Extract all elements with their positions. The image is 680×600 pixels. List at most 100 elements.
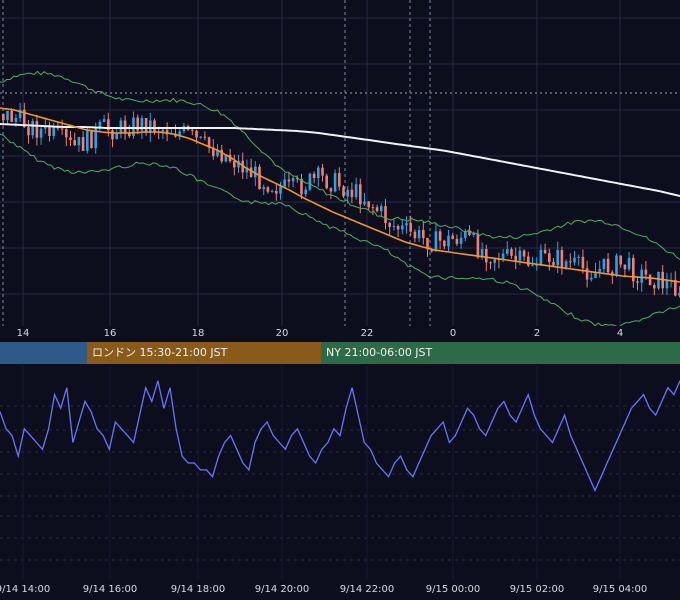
candle-body xyxy=(35,121,39,138)
x-tick-label: 2 xyxy=(533,328,541,339)
candle-body xyxy=(321,167,324,176)
candle-body xyxy=(111,130,114,140)
session-markers xyxy=(2,0,431,326)
candle-body xyxy=(195,130,198,138)
candle-body xyxy=(409,223,412,232)
candle-body xyxy=(451,235,454,239)
candle-body xyxy=(333,173,337,192)
session-block: ロンドン 15:30-21:00 JST xyxy=(87,342,321,364)
candle-body xyxy=(556,249,559,266)
candle-body xyxy=(380,206,383,212)
candle-body xyxy=(144,118,148,133)
candle-body xyxy=(443,240,446,247)
x-tick-label: 22 xyxy=(360,328,374,339)
price-chart xyxy=(0,0,680,326)
x-tick-label: 18 xyxy=(191,328,205,339)
x-tick-label: 14 xyxy=(16,328,30,339)
candle-body xyxy=(569,261,572,263)
market-session-bar: ロンドン 15:30-21:00 JST NY 21:00-06:00 JST xyxy=(0,342,680,364)
candle-body xyxy=(10,110,13,122)
candle-body xyxy=(527,256,530,266)
oscillator-x-axis: 9/14 14:00 9/14 16:00 9/14 18:00 9/14 20:00… xyxy=(0,580,680,600)
candle-body xyxy=(14,118,18,122)
candle-body xyxy=(199,136,202,138)
candle-body xyxy=(153,120,156,132)
x-tick-label: 9/15 02:00 xyxy=(509,584,565,595)
candle-body xyxy=(413,231,417,239)
candle-body xyxy=(86,129,89,151)
candle-body xyxy=(258,166,261,190)
candle-body xyxy=(560,249,564,268)
candle-body xyxy=(489,262,492,264)
candle-body xyxy=(388,222,391,227)
candle-body xyxy=(161,129,165,132)
candle-body xyxy=(510,249,513,256)
candle-body xyxy=(476,233,480,258)
candle-body xyxy=(287,179,291,182)
candle-body xyxy=(279,186,282,194)
oscillator-grid xyxy=(0,366,680,580)
candle-body xyxy=(577,256,580,258)
candle-body xyxy=(338,173,341,187)
candle-body xyxy=(636,281,639,283)
candle-body xyxy=(39,128,43,138)
candle-body xyxy=(401,225,404,230)
candle-body xyxy=(392,226,396,228)
candle-body xyxy=(266,187,270,192)
candle-body xyxy=(123,120,127,133)
candle-body xyxy=(384,206,387,223)
candle-body xyxy=(346,189,349,197)
candle-body xyxy=(325,175,328,189)
candle-body xyxy=(485,249,488,263)
candle-body xyxy=(375,207,379,212)
candle-body xyxy=(308,173,312,190)
candle-body xyxy=(60,128,64,130)
fast-moving-average-line xyxy=(0,107,680,283)
candle-body xyxy=(627,257,631,270)
candle-body xyxy=(455,238,459,244)
x-tick-label: 9/15 04:00 xyxy=(592,584,648,595)
session-block: NY 21:00-06:00 JST xyxy=(321,342,680,364)
candle-body xyxy=(644,269,648,275)
price-grid xyxy=(0,0,680,326)
candle-body xyxy=(262,187,265,190)
candle-body xyxy=(304,189,307,195)
candle-body xyxy=(590,277,593,280)
candle-body xyxy=(31,121,34,136)
candle-body xyxy=(52,126,55,136)
candle-body xyxy=(573,257,576,263)
candle-body xyxy=(27,127,30,136)
candle-body xyxy=(422,230,425,239)
candle-body xyxy=(371,207,375,209)
candle-body xyxy=(623,264,627,270)
x-tick-label: 16 xyxy=(103,328,117,339)
candle-body xyxy=(359,184,362,205)
candle-body xyxy=(367,201,370,208)
oscillator-chart xyxy=(0,366,680,580)
candle-body xyxy=(434,231,438,252)
candle-body xyxy=(522,250,526,257)
candle-body xyxy=(291,178,295,182)
candle-body xyxy=(598,268,601,272)
session-block xyxy=(0,342,87,364)
candle-body xyxy=(115,133,118,140)
candle-body xyxy=(506,249,509,254)
candle-body xyxy=(102,119,106,122)
candle-body xyxy=(312,173,316,179)
candle-body xyxy=(275,190,278,194)
candle-body xyxy=(405,223,408,226)
candle-body xyxy=(233,161,236,168)
candle-body xyxy=(640,269,643,283)
candle-body xyxy=(73,140,76,146)
candle-body xyxy=(438,231,442,241)
x-tick-label: 0 xyxy=(449,328,457,339)
candle-body xyxy=(270,190,274,192)
candle-body xyxy=(342,186,345,197)
x-tick-label: 9/15 00:00 xyxy=(425,584,481,595)
candle-body xyxy=(632,257,635,282)
candle-body xyxy=(539,249,543,265)
candle-body xyxy=(665,280,669,289)
candle-body xyxy=(657,271,660,289)
candle-body xyxy=(606,258,610,273)
candle-body xyxy=(602,258,606,269)
